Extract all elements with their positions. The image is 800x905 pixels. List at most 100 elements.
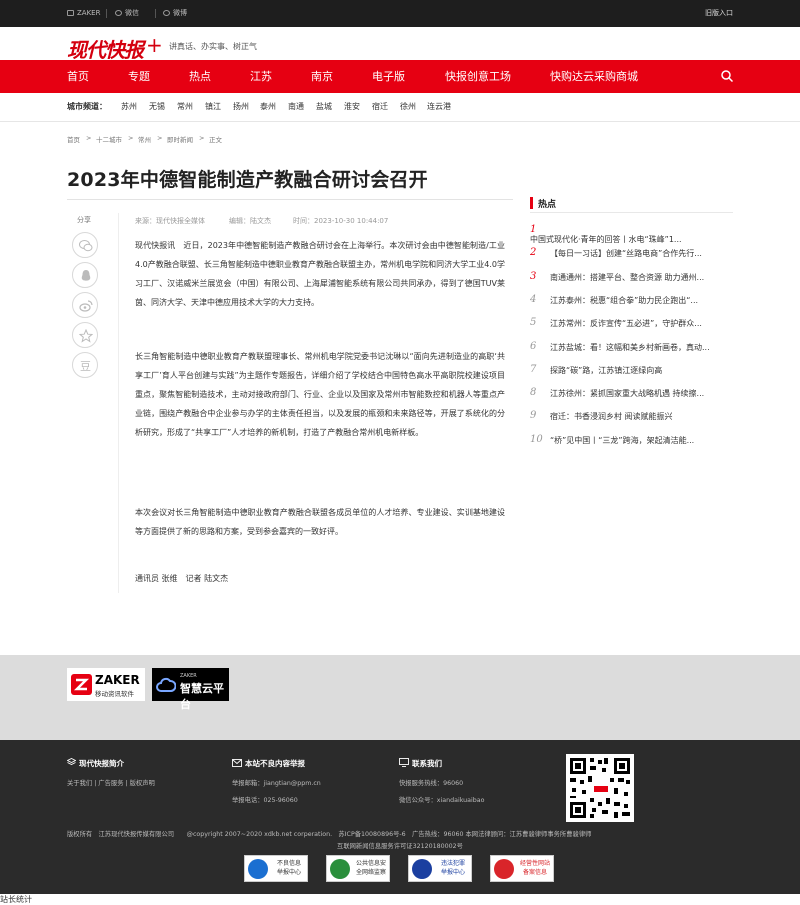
badge-business-record[interactable]: 经营性网站 备案信息 [490, 855, 554, 882]
hot-list-item[interactable]: 5 江苏常州：反诈宣传“五必进”，守护群众... [530, 317, 733, 340]
cloud-icon [156, 677, 176, 692]
hot-headline: “桥”见中国丨“三龙”跨海，架起清洁能... [550, 435, 695, 445]
city-link[interactable]: 宿迁 [372, 101, 388, 112]
nav-jiangsu[interactable]: 江苏 [250, 60, 272, 93]
hot-rank-number: 4 [530, 293, 537, 305]
city-link[interactable]: 常州 [177, 101, 193, 112]
star-icon [79, 329, 93, 343]
qr-code-image [566, 754, 634, 822]
nav-creative[interactable]: 快报创意工场 [445, 60, 511, 93]
city-link[interactable]: 无锡 [149, 101, 165, 112]
hot-list-item[interactable]: 6 江苏盐城：看！这幅和美乡村新画卷，真动... [530, 341, 733, 364]
footer-report-email[interactable]: 举报邮箱：jiangtian@ppm.cn [232, 778, 321, 787]
seal-icon [494, 859, 514, 879]
city-link[interactable]: 南通 [288, 101, 304, 112]
share-favorite-button[interactable] [72, 322, 98, 348]
city-link[interactable]: 扬州 [233, 101, 249, 112]
hot-list-item[interactable]: 8 江苏徐州：紧抓国家重大战略机遇 持续擦... [530, 387, 733, 410]
zaker-icon [67, 10, 74, 16]
badge-net-security[interactable]: 公共信息安 全网络监察 [326, 855, 390, 882]
breadcrumb-cities[interactable]: 十二城市 [96, 134, 122, 144]
weibo-icon [79, 300, 93, 312]
hot-title: 热点 [538, 200, 557, 210]
hot-headline: 【每日一习话】创建“丝路电商”合作先行... [550, 249, 702, 259]
police-shield-icon [330, 859, 350, 879]
hot-rank-number: 9 [530, 410, 537, 422]
share-qq-button[interactable] [72, 262, 98, 288]
hot-list-item[interactable]: 1 中国式现代化·青年的回答丨水电“珠峰”1... [530, 224, 733, 247]
footer-report-phone: 举报电话：025-96060 [232, 797, 298, 804]
hot-rank-number: 10 [530, 433, 543, 445]
footer-about-links[interactable]: 关于我们 | 广告服务 | 版权声明 [67, 778, 155, 787]
main-nav: 首页 专题 热点 江苏 南京 电子版 快报创意工场 快购达云采购商城 [0, 60, 800, 93]
city-link[interactable]: 盐城 [316, 101, 332, 112]
badge-crime-report[interactable]: 违法犯罪 举报中心 [408, 855, 472, 882]
police-badge-icon [412, 859, 432, 879]
city-link[interactable]: 淮安 [344, 101, 360, 112]
mail-icon [232, 759, 242, 767]
nav-epaper[interactable]: 电子版 [372, 60, 405, 93]
search-icon[interactable] [721, 70, 733, 82]
zhihui-top: ZAKER [180, 673, 197, 679]
share-label: 分享 [77, 216, 91, 224]
hot-headline: 江苏泰州：税惠“组合拳”助力民企跑出“... [550, 295, 699, 305]
hot-list-item[interactable]: 7 探路“碳”路，江苏镇江逐绿向高 [530, 364, 733, 387]
qq-icon [81, 270, 91, 281]
zaker-z-icon [71, 674, 92, 695]
nav-home[interactable]: 首页 [67, 60, 89, 93]
hot-list-item[interactable]: 2 【每日一习话】创建“丝路电商”合作先行... [530, 247, 733, 270]
city-link[interactable]: 镇江 [205, 101, 221, 112]
share-weibo-button[interactable] [72, 292, 98, 318]
divider [118, 213, 119, 593]
wechat-icon [115, 10, 122, 16]
douban-icon: 豆 [80, 360, 91, 373]
hot-list-item[interactable]: 4 江苏泰州：税惠“组合拳”助力民企跑出“... [530, 294, 733, 317]
footer-wechat: 微信公众号：xiandaikuaibao [399, 797, 485, 804]
zhihui-cloud-logo[interactable]: ZAKER 智慧云平台 [152, 668, 229, 711]
nav-hot[interactable]: 热点 [189, 60, 211, 93]
weibo-icon [163, 10, 170, 16]
hot-headline: 探路“碳”路，江苏镇江逐绿向高 [550, 365, 663, 375]
hot-rank-number: 2 [530, 247, 537, 259]
hot-rank-number: 3 [530, 270, 537, 282]
share-douban-button[interactable]: 豆 [72, 352, 98, 378]
divider [67, 199, 513, 200]
city-link[interactable]: 苏州 [121, 101, 137, 112]
site-logo[interactable]: 现代快报 [67, 34, 144, 63]
zaker-logo[interactable]: ZAKER 移动资讯软件 [67, 668, 145, 701]
footer-copyright: 版权所有 江苏现代快报传媒有限公司 @copyright 2007~2020 x… [67, 831, 592, 838]
city-link[interactable]: 徐州 [400, 101, 416, 112]
zaker-name: ZAKER [95, 673, 140, 687]
breadcrumb-news[interactable]: 即时新闻 [167, 134, 193, 144]
footer-hotline: 快报服务热线：96060 [399, 780, 464, 787]
zaker-link[interactable]: ZAKER [67, 0, 100, 27]
nav-topics[interactable]: 专题 [128, 60, 150, 93]
breadcrumb-changzhou[interactable]: 常州 [138, 134, 151, 144]
nav-mall[interactable]: 快购达云采购商城 [550, 60, 638, 93]
hot-list-item[interactable]: 10 “桥”见中国丨“三龙”跨海，架起清洁能... [530, 434, 733, 457]
city-link[interactable]: 泰州 [260, 101, 276, 112]
divider [155, 9, 156, 18]
article-editor: 编辑：陆文杰 [229, 217, 271, 225]
breadcrumb-sep: > [199, 134, 205, 142]
hot-list-item[interactable]: 9 宿迁：书香浸润乡村 阅读赋能振兴 [530, 410, 733, 433]
wechat-link[interactable]: 微信 [115, 0, 139, 27]
hot-accent-bar [530, 197, 533, 209]
breadcrumb-sep: > [128, 134, 134, 142]
badge-bad-info[interactable]: 不良信息 举报中心 [244, 855, 308, 882]
breadcrumb-current: 正文 [209, 136, 222, 144]
site-slogan: 讲真话、办实事、树正气 [169, 42, 257, 51]
share-wechat-button[interactable] [72, 232, 98, 258]
article-time: 时间：2023-10-30 10:44:07 [293, 217, 389, 225]
city-link[interactable]: 连云港 [427, 101, 451, 112]
hot-list-item[interactable]: 3 南通通州：搭建平台、整合资源 助力通州... [530, 271, 733, 294]
weibo-link[interactable]: 微博 [163, 0, 187, 27]
breadcrumb-home[interactable]: 首页 [67, 134, 80, 144]
site-stats-link[interactable]: 站长统计 [0, 894, 32, 905]
breadcrumb-sep: > [157, 134, 163, 142]
nav-nanjing[interactable]: 南京 [311, 60, 333, 93]
hot-rank-number: 8 [530, 387, 537, 399]
hot-headline: 江苏徐州：紧抓国家重大战略机遇 持续擦... [550, 389, 705, 399]
city-channel-label: 城市频道： [67, 102, 107, 111]
old-version-link[interactable]: 旧版入口 [705, 0, 733, 27]
